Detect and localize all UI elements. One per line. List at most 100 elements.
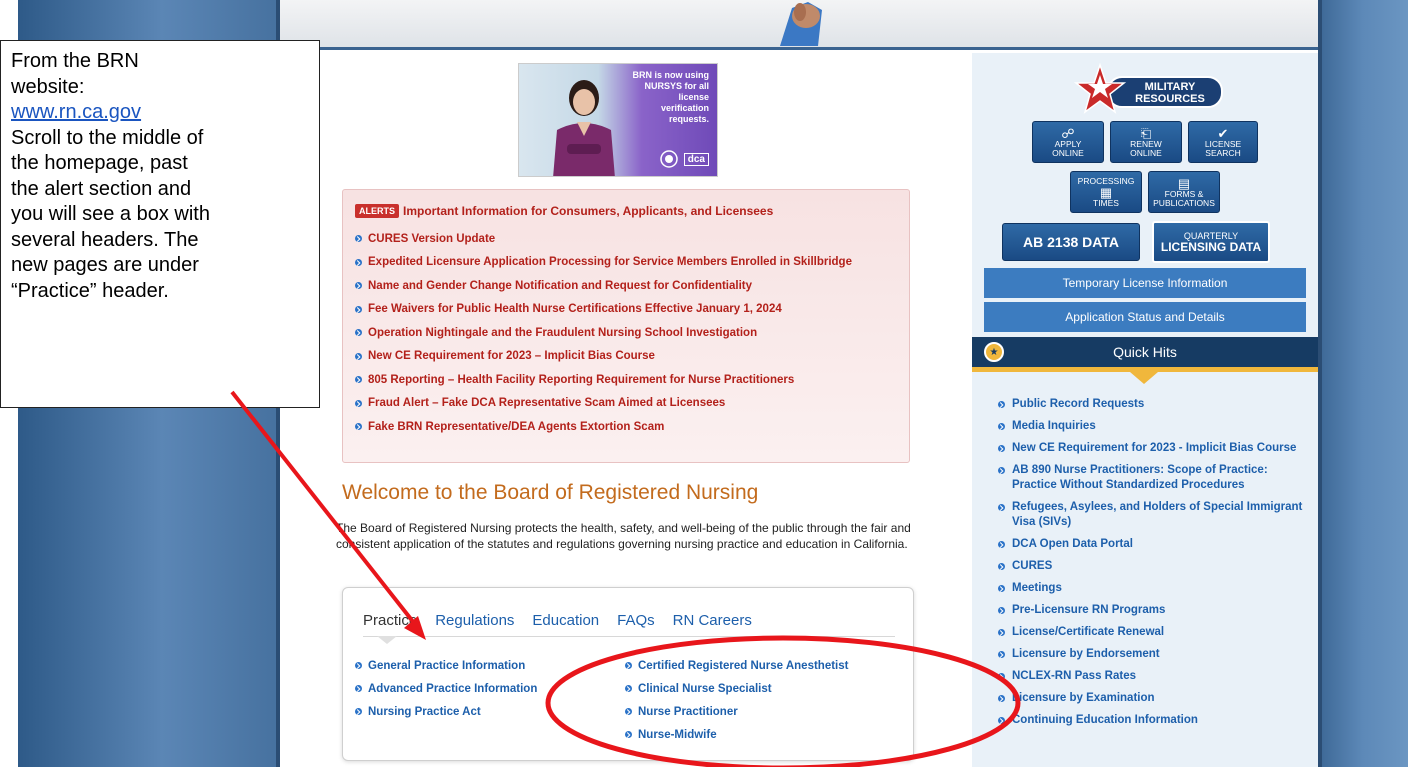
promo-logos: dca — [660, 150, 709, 168]
bullet-icon — [998, 673, 1005, 680]
alert-link[interactable]: Operation Nightingale and the Fraudulent… — [368, 327, 757, 339]
website-link[interactable]: www.rn.ca.gov — [11, 100, 309, 126]
tab-divider — [363, 636, 895, 637]
alert-link[interactable]: Fraud Alert – Fake DCA Representative Sc… — [368, 397, 725, 409]
alert-item[interactable]: Fake BRN Representative/DEA Agents Extor… — [355, 415, 897, 439]
temporary-license-button[interactable]: Temporary License Information — [984, 268, 1306, 298]
quick-hit-item[interactable]: AB 890 Nurse Practitioners: Scope of Pra… — [998, 463, 1308, 493]
alert-item[interactable]: CURES Version Update — [355, 227, 897, 251]
bullet-icon — [355, 352, 362, 360]
alert-link[interactable]: Expedited Licensure Application Processi… — [368, 256, 852, 268]
quick-hit-item[interactable]: NCLEX-RN Pass Rates — [998, 669, 1308, 684]
quick-hit-link[interactable]: Refugees, Asylees, and Holders of Specia… — [1012, 500, 1308, 530]
quick-hit-link[interactable]: New CE Requirement for 2023 - Implicit B… — [1012, 441, 1296, 456]
link-nursing-practice-act[interactable]: Nursing Practice Act — [368, 706, 481, 718]
practice-link[interactable]: Nurse-Midwife — [625, 723, 848, 746]
practice-link[interactable]: Nurse Practitioner — [625, 700, 848, 723]
quick-hit-item[interactable]: Continuing Education Information — [998, 713, 1308, 728]
tab-education[interactable]: Education — [532, 612, 599, 629]
quick-hit-link[interactable]: Pre-Licensure RN Programs — [1012, 603, 1165, 618]
tab-regulations[interactable]: Regulations — [435, 612, 514, 629]
quick-hit-item[interactable]: Meetings — [998, 581, 1308, 596]
quick-hit-item[interactable]: Refugees, Asylees, and Holders of Specia… — [998, 500, 1308, 530]
alert-link[interactable]: 805 Reporting – Health Facility Reportin… — [368, 374, 794, 386]
bullet-icon — [625, 731, 632, 738]
quarterly-licensing-data-button[interactable]: QUARTERLY LICENSING DATA — [1152, 221, 1270, 263]
bullet-icon — [998, 585, 1005, 592]
alerts-badge: ALERTS — [355, 204, 399, 218]
quick-hit-link[interactable]: Meetings — [1012, 581, 1062, 596]
link-general-practice[interactable]: General Practice Information — [368, 660, 525, 672]
quick-hit-item[interactable]: Media Inquiries — [998, 419, 1308, 434]
tab-rn-careers[interactable]: RN Careers — [673, 612, 752, 629]
alert-link[interactable]: Fee Waivers for Public Health Nurse Cert… — [368, 303, 782, 315]
quick-hit-link[interactable]: NCLEX-RN Pass Rates — [1012, 669, 1136, 684]
note-line: From the BRN — [11, 50, 139, 72]
practice-link[interactable]: Clinical Nurse Specialist — [625, 677, 848, 700]
quick-hit-item[interactable]: License/Certificate Renewal — [998, 625, 1308, 640]
document-icon: ▤ — [1177, 175, 1191, 191]
alert-item[interactable]: Fraud Alert – Fake DCA Representative Sc… — [355, 392, 897, 416]
bullet-icon — [355, 305, 362, 313]
quick-hit-link[interactable]: Licensure by Endorsement — [1012, 647, 1160, 662]
alerts-panel: ALERTS Important Information for Consume… — [342, 189, 910, 463]
bullet-icon — [998, 504, 1005, 511]
alert-item[interactable]: 805 Reporting – Health Facility Reportin… — [355, 368, 897, 392]
tab-practice[interactable]: Practice — [363, 612, 417, 629]
quick-hit-item[interactable]: Pre-Licensure RN Programs — [998, 603, 1308, 618]
quick-hit-item[interactable]: DCA Open Data Portal — [998, 537, 1308, 552]
processing-times-button[interactable]: PROCESSING ▦ TIMES — [1070, 171, 1142, 213]
quick-hit-link[interactable]: Media Inquiries — [1012, 419, 1096, 434]
bullet-icon — [625, 708, 632, 715]
tab-faqs[interactable]: FAQs — [617, 612, 655, 629]
quick-hit-link[interactable]: CURES — [1012, 559, 1052, 574]
link-advanced-practice[interactable]: Advanced Practice Information — [368, 683, 537, 695]
renew-online-button[interactable]: ⎗ RENEW ONLINE — [1110, 121, 1182, 163]
alert-item[interactable]: Name and Gender Change Notification and … — [355, 274, 897, 298]
bullet-icon — [998, 651, 1005, 658]
bullet-icon — [355, 282, 362, 290]
quick-hit-link[interactable]: AB 890 Nurse Practitioners: Scope of Pra… — [1012, 463, 1308, 493]
practice-link[interactable]: Nursing Practice Act — [355, 700, 537, 723]
bullet-icon — [355, 423, 362, 431]
link-nurse-midwife[interactable]: Nurse-Midwife — [638, 729, 717, 741]
quick-hit-link[interactable]: Public Record Requests — [1012, 397, 1144, 412]
ab-2138-data-button[interactable]: AB 2138 DATA — [1002, 223, 1140, 261]
apply-online-button[interactable]: ☍ APPLY ONLINE — [1032, 121, 1104, 163]
license-search-button[interactable]: ✔ LICENSE SEARCH — [1188, 121, 1258, 163]
alert-item[interactable]: Expedited Licensure Application Processi… — [355, 251, 897, 275]
military-resources-logo[interactable]: MILITARY RESOURCES — [1074, 63, 1224, 119]
nursys-promo-banner[interactable]: BRN is now using NURSYS for all license … — [518, 63, 718, 177]
alert-item[interactable]: New CE Requirement for 2023 – Implicit B… — [355, 345, 897, 369]
alert-link[interactable]: Fake BRN Representative/DEA Agents Extor… — [368, 421, 664, 433]
link-crna[interactable]: Certified Registered Nurse Anesthetist — [638, 660, 848, 672]
alerts-title[interactable]: Important Information for Consumers, App… — [403, 204, 773, 218]
forms-publications-button[interactable]: ▤ FORMS & PUBLICATIONS — [1148, 171, 1220, 213]
quick-hit-link[interactable]: License/Certificate Renewal — [1012, 625, 1164, 640]
quick-hit-item[interactable]: Licensure by Examination — [998, 691, 1308, 706]
quick-hit-link[interactable]: DCA Open Data Portal — [1012, 537, 1133, 552]
right-sidebar: MILITARY RESOURCES ☍ APPLY ONLINE ⎗ RENE… — [972, 53, 1318, 767]
practice-link[interactable]: General Practice Information — [355, 654, 537, 677]
application-status-button[interactable]: Application Status and Details — [984, 302, 1306, 332]
quick-hit-item[interactable]: New CE Requirement for 2023 - Implicit B… — [998, 441, 1308, 456]
alert-item[interactable]: Fee Waivers for Public Health Nurse Cert… — [355, 298, 897, 322]
link-cns[interactable]: Clinical Nurse Specialist — [638, 683, 772, 695]
banner-hands-image — [780, 2, 822, 46]
practice-link[interactable]: Advanced Practice Information — [355, 677, 537, 700]
bullet-icon — [998, 541, 1005, 548]
tab-bar: Practice Regulations Education FAQs RN C… — [363, 612, 752, 629]
alert-link[interactable]: CURES Version Update — [368, 233, 495, 245]
alert-item[interactable]: Operation Nightingale and the Fraudulent… — [355, 321, 897, 345]
quick-hit-item[interactable]: CURES — [998, 559, 1308, 574]
bullet-icon — [998, 717, 1005, 724]
quick-hit-link[interactable]: Licensure by Examination — [1012, 691, 1155, 706]
quick-hit-link[interactable]: Continuing Education Information — [1012, 713, 1198, 728]
alert-link[interactable]: New CE Requirement for 2023 – Implicit B… — [368, 350, 655, 362]
quick-hit-item[interactable]: Public Record Requests — [998, 397, 1308, 412]
quick-hit-item[interactable]: Licensure by Endorsement — [998, 647, 1308, 662]
practice-link[interactable]: Certified Registered Nurse Anesthetist — [625, 654, 848, 677]
alerts-header: ALERTS Important Information for Consume… — [355, 204, 897, 218]
alert-link[interactable]: Name and Gender Change Notification and … — [368, 280, 752, 292]
link-np[interactable]: Nurse Practitioner — [638, 706, 738, 718]
